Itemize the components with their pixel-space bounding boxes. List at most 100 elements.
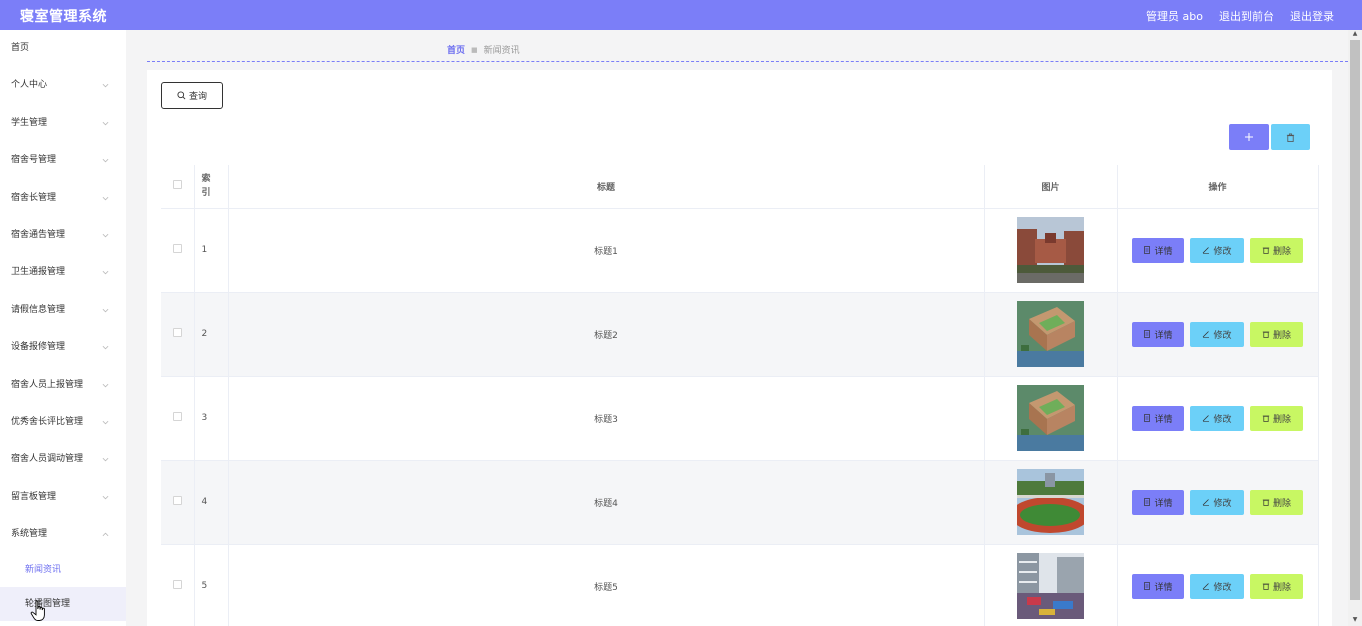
- add-button[interactable]: [1229, 124, 1269, 150]
- detail-label: 详情: [1154, 582, 1173, 593]
- scroll-up-arrow[interactable]: ▲: [1351, 30, 1359, 38]
- row-checkbox[interactable]: [172, 496, 182, 505]
- table-header-row: 索引 标题 图片 操作: [161, 165, 1319, 209]
- row-thumbnail[interactable]: [1017, 469, 1084, 535]
- row-image-cell: [984, 208, 1118, 293]
- breadcrumb-home[interactable]: 首页: [447, 43, 465, 56]
- sidebar-item[interactable]: 系统管理: [0, 516, 126, 553]
- index-header-line1: 索: [201, 174, 211, 185]
- detail-button[interactable]: 详情: [1132, 321, 1184, 347]
- breadcrumb-current: 新闻资讯: [483, 46, 520, 56]
- sidebar-item[interactable]: 留言板管理: [0, 479, 126, 516]
- edit-label: 修改: [1213, 498, 1232, 509]
- detail-button[interactable]: 详情: [1132, 573, 1184, 599]
- detail-label: 详情: [1154, 498, 1173, 509]
- title-header: 标题: [228, 165, 985, 209]
- row-index: 2: [194, 292, 229, 377]
- row-checkbox[interactable]: [172, 244, 182, 253]
- sidebar-subitem[interactable]: 新闻资讯: [0, 553, 126, 587]
- scroll-down-arrow[interactable]: ▼: [1351, 616, 1359, 624]
- pencil-icon: [1203, 331, 1210, 338]
- sidebar-item-label: 系统管理: [11, 529, 48, 540]
- sidebar-item[interactable]: 宿舍通告管理: [0, 217, 126, 254]
- trash-icon: [1286, 133, 1295, 142]
- chevron-down-icon: [100, 441, 110, 478]
- sidebar-item-label: 留言板管理: [11, 491, 57, 502]
- detail-label: 详情: [1154, 414, 1173, 425]
- chevron-down-icon: [100, 142, 110, 179]
- edit-button[interactable]: 修改: [1190, 573, 1244, 599]
- row-title: 标题5: [228, 544, 985, 626]
- sidebar-item[interactable]: 宿舍号管理: [0, 142, 126, 179]
- to-front-link[interactable]: 退出到前台: [1219, 8, 1274, 24]
- ops-header: 操作: [1117, 165, 1319, 209]
- breadcrumb: 首页 ■ 新闻资讯: [447, 43, 520, 57]
- row-checkbox[interactable]: [172, 580, 182, 589]
- user-label: 管理员 abo: [1146, 10, 1203, 23]
- row-thumbnail[interactable]: [1017, 301, 1084, 367]
- row-ops-cell: 详情 修改 删除: [1117, 460, 1319, 545]
- edit-button[interactable]: 修改: [1190, 405, 1244, 431]
- edit-button[interactable]: 修改: [1190, 321, 1244, 347]
- table-row: 2 标题2 详情 修改 删除: [161, 292, 1319, 377]
- chevron-down-icon: [100, 329, 110, 366]
- search-button[interactable]: 查询: [161, 82, 223, 109]
- chevron-down-icon: [100, 105, 110, 142]
- trash-icon: [1262, 415, 1270, 422]
- row-ops-cell: 详情 修改 删除: [1117, 208, 1319, 293]
- sidebar-item[interactable]: 个人中心: [0, 67, 126, 104]
- chevron-up-icon: [100, 516, 110, 553]
- row-checkbox[interactable]: [172, 412, 182, 421]
- row-index: 5: [194, 544, 229, 626]
- detail-button[interactable]: 详情: [1132, 237, 1184, 263]
- sidebar-item-label: 宿舍通告管理: [11, 229, 66, 240]
- sidebar-subitem[interactable]: 轮播图管理: [0, 587, 126, 622]
- row-thumbnail[interactable]: [1017, 217, 1084, 283]
- row-image-cell: [984, 460, 1118, 545]
- delete-button[interactable]: 删除: [1250, 321, 1303, 347]
- sidebar-item[interactable]: 设备报修管理: [0, 329, 126, 366]
- sidebar-item[interactable]: 请假信息管理: [0, 292, 126, 329]
- table-row: 3 标题3 详情 修改 删除: [161, 376, 1319, 461]
- page-scrollbar[interactable]: ▲ ▼: [1348, 30, 1362, 626]
- row-title: 标题3: [228, 376, 985, 461]
- edit-button[interactable]: 修改: [1190, 237, 1244, 263]
- sidebar-item[interactable]: 学生管理: [0, 105, 126, 142]
- row-image-cell: [984, 292, 1118, 377]
- sidebar-item[interactable]: 宿舍人员上报管理: [0, 367, 126, 404]
- chevron-down-icon: [100, 254, 110, 291]
- sidebar-item[interactable]: 宿舍长管理: [0, 180, 126, 217]
- select-all-checkbox[interactable]: [172, 180, 182, 190]
- row-checkbox[interactable]: [172, 328, 182, 337]
- trash-icon: [1262, 247, 1270, 254]
- pencil-icon: [1203, 247, 1210, 254]
- delete-button[interactable]: 删除: [1250, 573, 1303, 599]
- delete-button[interactable]: 删除: [1250, 489, 1303, 515]
- row-thumbnail[interactable]: [1017, 385, 1084, 451]
- delete-label: 删除: [1272, 414, 1291, 425]
- detail-button[interactable]: 详情: [1132, 405, 1184, 431]
- logout-link[interactable]: 退出登录: [1290, 8, 1334, 24]
- sidebar-item[interactable]: 卫生通报管理: [0, 254, 126, 291]
- trash-icon: [1262, 499, 1270, 506]
- sidebar-item[interactable]: 优秀舍长评比管理: [0, 404, 126, 441]
- delete-button[interactable]: 删除: [1250, 237, 1303, 263]
- row-ops-cell: 详情 修改 删除: [1117, 376, 1319, 461]
- delete-button[interactable]: 删除: [1250, 405, 1303, 431]
- top-bar: 寝室管理系统 管理员 abo 退出到前台 退出登录: [0, 0, 1362, 30]
- detail-label: 详情: [1154, 330, 1173, 341]
- delete-label: 删除: [1272, 582, 1291, 593]
- edit-button[interactable]: 修改: [1190, 489, 1244, 515]
- image-header: 图片: [984, 165, 1118, 209]
- batch-delete-button[interactable]: [1271, 124, 1310, 150]
- trash-icon: [1262, 583, 1270, 590]
- detail-button[interactable]: 详情: [1132, 489, 1184, 515]
- sidebar-item[interactable]: 首页: [0, 30, 126, 67]
- sidebar-item-label: 宿舍号管理: [11, 155, 57, 166]
- scroll-thumb[interactable]: [1350, 40, 1360, 600]
- pencil-icon: [1203, 415, 1210, 422]
- sidebar-item[interactable]: 宿舍人员调动管理: [0, 441, 126, 478]
- sidebar-item-label: 首页: [11, 43, 30, 53]
- document-icon: [1144, 330, 1151, 338]
- row-thumbnail[interactable]: [1017, 553, 1084, 619]
